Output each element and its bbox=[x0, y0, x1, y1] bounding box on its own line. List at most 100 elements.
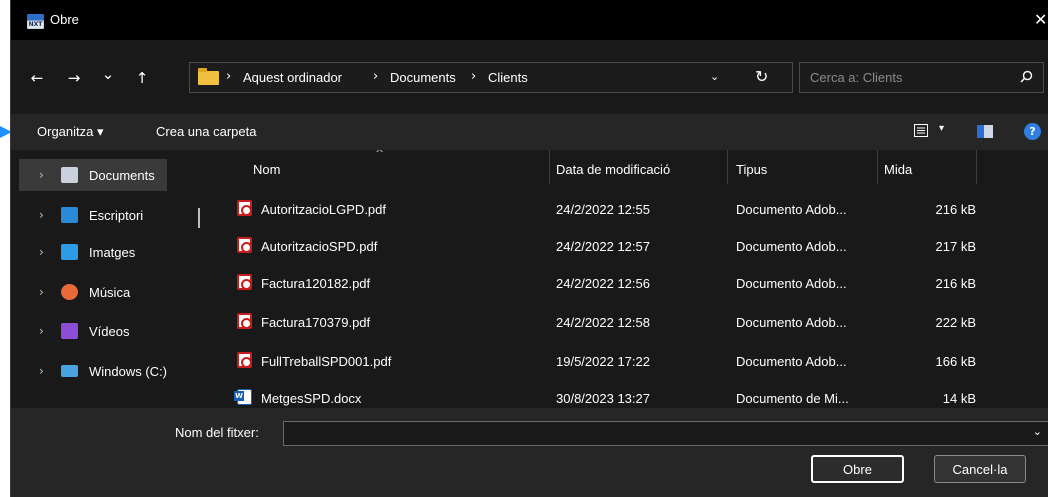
refresh-icon[interactable]: ↻ bbox=[755, 67, 768, 86]
column-divider[interactable] bbox=[727, 150, 728, 184]
chevron-down-icon[interactable]: ⌄ bbox=[710, 70, 719, 83]
word-file-icon bbox=[234, 389, 252, 405]
file-size: 216 kB bbox=[935, 202, 976, 217]
file-size: 222 kB bbox=[935, 315, 976, 330]
open-button[interactable]: Obre bbox=[811, 455, 904, 483]
sidebar-item-desktop[interactable]: › Escriptori bbox=[19, 199, 167, 231]
file-name: FullTreballSPD001.pdf bbox=[261, 354, 392, 369]
drive-icon bbox=[61, 365, 78, 377]
file-modified: 24/2/2022 12:58 bbox=[556, 315, 650, 330]
chevron-right-icon[interactable]: › bbox=[39, 208, 44, 222]
sidebar-item-pictures[interactable]: › Imatges bbox=[19, 236, 167, 268]
sidebar-item-label: Documents bbox=[89, 167, 155, 183]
navigation-pane: › Documents › Escriptori › Imatges › Mús… bbox=[11, 150, 211, 408]
new-folder-button[interactable]: Crea una carpeta bbox=[156, 124, 256, 139]
chevron-right-icon[interactable]: › bbox=[39, 364, 44, 378]
file-name: Factura120182.pdf bbox=[261, 276, 371, 291]
sort-ascending-icon: ^ bbox=[375, 150, 385, 160]
table-row[interactable]: Factura120182.pdf 24/2/2022 12:56 Docume… bbox=[231, 264, 991, 302]
column-header-type[interactable]: Tipus bbox=[736, 162, 767, 177]
window-title: Obre bbox=[50, 12, 79, 27]
help-icon[interactable]: ? bbox=[1024, 123, 1041, 140]
search-placeholder: Cerca a: Clients bbox=[810, 70, 903, 85]
breadcrumb-separator: › bbox=[471, 69, 477, 84]
column-header-name[interactable]: Nom bbox=[253, 162, 280, 177]
sidebar-item-documents[interactable]: › Documents bbox=[19, 159, 167, 191]
file-type: Documento Adob... bbox=[736, 276, 847, 291]
file-type: Documento Adob... bbox=[736, 239, 847, 254]
dialog-footer: Nom del fitxer: ⌄ Obre Cancel·la bbox=[11, 408, 1048, 497]
navigation-bar: ← → ⌄ ↑ › Aquest ordinador › Documents ›… bbox=[11, 54, 1048, 102]
address-bar[interactable]: › Aquest ordinador › Documents › Clients… bbox=[189, 62, 793, 93]
chevron-down-icon[interactable]: ⌄ bbox=[1033, 425, 1042, 438]
chevron-right-icon[interactable]: › bbox=[39, 168, 44, 182]
sidebar-item-videos[interactable]: › Vídeos bbox=[19, 315, 167, 347]
file-modified: 19/5/2022 17:22 bbox=[556, 354, 650, 369]
folder-icon bbox=[198, 68, 219, 85]
breadcrumb-clients[interactable]: Clients bbox=[488, 70, 528, 85]
table-row[interactable]: AutoritzacioLGPD.pdf 24/2/2022 12:55 Doc… bbox=[231, 190, 991, 228]
pdf-file-icon bbox=[237, 200, 252, 216]
column-divider[interactable] bbox=[976, 150, 977, 184]
file-size: 14 kB bbox=[942, 391, 976, 406]
sidebar-item-label: Windows (C:) bbox=[89, 363, 168, 379]
file-name: Factura170379.pdf bbox=[261, 315, 371, 330]
app-icon: NXT bbox=[27, 14, 44, 29]
up-icon[interactable]: ↑ bbox=[131, 66, 153, 90]
videos-icon bbox=[61, 323, 78, 339]
chevron-right-icon[interactable]: › bbox=[39, 245, 44, 259]
app-icon-text: NXT bbox=[27, 21, 44, 28]
command-bar: Organitza ▾ Crea una carpeta ▾ ? bbox=[11, 114, 1048, 150]
view-dropdown-icon[interactable]: ▾ bbox=[939, 123, 944, 134]
sidebar-item-label: Vídeos bbox=[89, 323, 130, 339]
file-list-header: ^ Nom Data de modificació Tipus Mida bbox=[211, 150, 1048, 190]
file-size: 166 kB bbox=[935, 354, 976, 369]
file-size: 216 kB bbox=[935, 276, 976, 291]
file-modified: 24/2/2022 12:56 bbox=[556, 276, 650, 291]
filename-label: Nom del fitxer: bbox=[175, 425, 259, 440]
chevron-right-icon[interactable]: › bbox=[39, 285, 44, 299]
preview-pane-icon[interactable] bbox=[977, 125, 993, 138]
pdf-file-icon bbox=[237, 352, 252, 368]
recent-locations-icon[interactable]: ⌄ bbox=[97, 62, 119, 86]
file-type: Documento Adob... bbox=[736, 202, 847, 217]
organize-button[interactable]: Organitza ▾ bbox=[37, 124, 104, 140]
table-row[interactable]: Factura170379.pdf 24/2/2022 12:58 Docume… bbox=[231, 303, 991, 341]
music-icon bbox=[61, 284, 78, 300]
back-icon[interactable]: ← bbox=[26, 66, 48, 90]
forward-icon[interactable]: → bbox=[63, 66, 85, 90]
table-row[interactable]: FullTreballSPD001.pdf 19/5/2022 17:22 Do… bbox=[231, 342, 991, 380]
pictures-icon bbox=[61, 244, 78, 260]
search-icon[interactable] bbox=[1020, 70, 1033, 83]
file-name: MetgesSPD.docx bbox=[261, 391, 362, 406]
table-row[interactable]: MetgesSPD.docx 30/8/2023 13:27 Documento… bbox=[231, 379, 991, 408]
sidebar-item-label: Música bbox=[89, 284, 131, 300]
file-modified: 24/2/2022 12:57 bbox=[556, 239, 650, 254]
breadcrumb-this-pc[interactable]: Aquest ordinador bbox=[243, 70, 342, 85]
column-divider[interactable] bbox=[877, 150, 878, 184]
sidebar-item-label: Escriptori bbox=[89, 207, 144, 223]
open-file-dialog: NXT Obre ✕ ← → ⌄ ↑ › Aquest ordinador › … bbox=[10, 0, 1048, 497]
pdf-file-icon bbox=[237, 313, 252, 329]
file-name: AutoritzacioSPD.pdf bbox=[261, 239, 378, 254]
filename-input[interactable]: ⌄ bbox=[283, 421, 1048, 446]
chevron-right-icon[interactable]: › bbox=[39, 324, 44, 338]
column-divider[interactable] bbox=[549, 150, 550, 184]
documents-icon bbox=[61, 167, 78, 183]
search-input[interactable]: Cerca a: Clients bbox=[799, 62, 1044, 93]
view-options-icon[interactable] bbox=[914, 124, 928, 137]
navigation-pane-scrollbar[interactable] bbox=[198, 208, 200, 228]
table-row[interactable]: AutoritzacioSPD.pdf 24/2/2022 12:57 Docu… bbox=[231, 227, 991, 265]
close-icon[interactable]: ✕ bbox=[1034, 11, 1048, 29]
sidebar-item-label: Imatges bbox=[89, 244, 136, 260]
column-header-size[interactable]: Mida bbox=[884, 162, 912, 177]
sidebar-item-windows-c[interactable]: › Windows (C:) bbox=[19, 355, 167, 387]
desktop-icon bbox=[61, 207, 78, 223]
file-modified: 30/8/2023 13:27 bbox=[556, 391, 650, 406]
sidebar-item-music[interactable]: › Música bbox=[19, 276, 167, 308]
pdf-file-icon bbox=[237, 237, 252, 253]
column-header-modified[interactable]: Data de modificació bbox=[556, 162, 670, 177]
breadcrumb-documents[interactable]: Documents bbox=[390, 70, 456, 85]
cancel-button[interactable]: Cancel·la bbox=[934, 455, 1026, 483]
file-size: 217 kB bbox=[935, 239, 976, 254]
